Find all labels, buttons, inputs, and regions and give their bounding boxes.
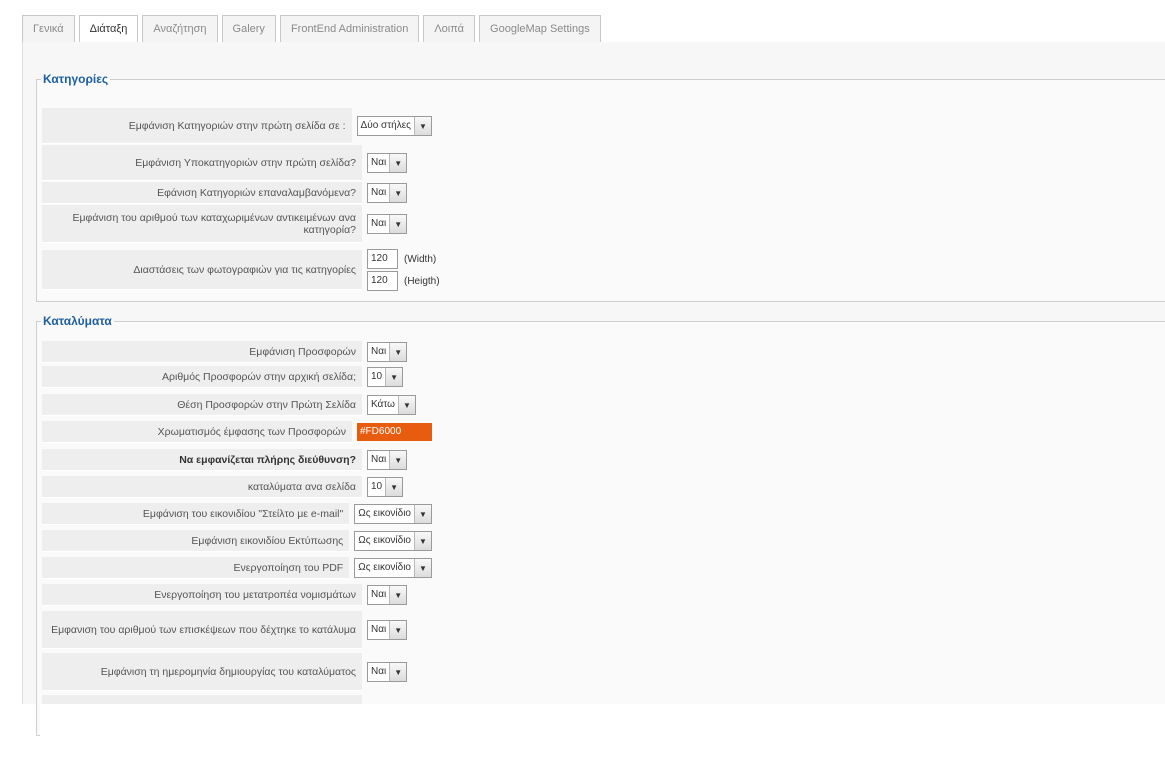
setting-row: Εμφάνιση του αριθμού των καταχωριμένων α… <box>42 205 432 243</box>
tab-bar: Γενικά Διάταξη Αναζήτηση Galery FrontEnd… <box>22 15 605 43</box>
select-value: Ναι <box>371 346 387 357</box>
tab-search[interactable]: Αναζήτηση <box>142 15 218 42</box>
offers-count-select[interactable]: 10 ▼ <box>367 367 404 387</box>
chevron-down-icon[interactable]: ▼ <box>389 586 407 604</box>
pdf-select[interactable]: Ως εικονίδιο ▼ <box>354 558 432 578</box>
setting-label: Ενεργοποίηση του μετατροπέα νομισμάτων <box>42 584 362 606</box>
setting-label: Θέση Προσφορών στην Πρώτη Σελίδα <box>42 394 362 416</box>
select-value: 10 <box>371 481 383 492</box>
setting-row: Χρωματισμός έμφασης των Προσφορών #FD600… <box>42 421 432 443</box>
chevron-down-icon[interactable]: ▼ <box>389 154 407 172</box>
chevron-down-icon[interactable]: ▼ <box>414 559 431 577</box>
setting-label: Χρωματισμός έμφασης των Προσφορών <box>42 421 352 443</box>
select-value: Ναι <box>371 218 387 229</box>
setting-label: Εμφάνιση Κατηγοριών στην πρώτη σελίδα σε… <box>42 108 352 144</box>
select-value: Κάτω <box>371 399 395 410</box>
categories-legend: Κατηγορίες <box>43 72 109 86</box>
full-address-select[interactable]: Ναι ▼ <box>367 450 408 470</box>
photo-width-input[interactable]: 120 <box>367 249 398 269</box>
setting-row: Να εμφανίζεται πλήρης διεύθυνση? Ναι ▼ <box>42 449 432 471</box>
tab-other[interactable]: Λοιπά <box>423 15 476 42</box>
tab-googlemap-settings[interactable]: GoogleMap Settings <box>479 15 601 42</box>
setting-label: Ενεργοποίηση του PDF <box>42 557 350 579</box>
subcategories-select[interactable]: Ναι ▼ <box>367 153 408 173</box>
setting-label: καταλύματα ανα σελίδα <box>42 476 362 498</box>
offers-position-select[interactable]: Κάτω ▼ <box>367 395 416 415</box>
white-area <box>40 704 1165 776</box>
setting-label: Να εμφανίζεται πλήρης διεύθυνση? <box>42 449 362 471</box>
select-value: Ναι <box>371 157 387 168</box>
chevron-down-icon[interactable]: ▼ <box>397 396 415 414</box>
chevron-down-icon[interactable]: ▼ <box>389 663 407 681</box>
setting-label: Εμφάνιση εικονιδίου Εκτύπωσης <box>42 530 350 552</box>
select-value: 10 <box>371 371 383 382</box>
select-value: Ως εικονίδιο <box>358 508 411 519</box>
select-value: Ναι <box>371 187 387 198</box>
select-value: Ναι <box>371 624 387 635</box>
chevron-down-icon[interactable]: ▼ <box>389 451 407 469</box>
currency-converter-select[interactable]: Ναι ▼ <box>367 585 408 605</box>
accommodations-legend: Καταλύματα <box>43 314 112 328</box>
email-icon-select[interactable]: Ως εικονίδιο ▼ <box>354 504 432 524</box>
setting-row: Εμφανιση του αριθμού των επισκέψεων που … <box>42 611 432 649</box>
show-offers-select[interactable]: Ναι ▼ <box>367 342 408 362</box>
chevron-down-icon[interactable]: ▼ <box>385 368 403 386</box>
select-value: Ως εικονίδιο <box>358 535 411 546</box>
select-value: Ως εικονίδιο <box>358 562 411 573</box>
setting-row: Εμφάνιση τη ημερομηνία δημιουργίας του κ… <box>42 653 432 691</box>
width-unit-label: (Width) <box>404 253 437 265</box>
chevron-down-icon[interactable]: ▼ <box>414 532 431 550</box>
setting-row: Ενεργοποίηση του μετατροπέα νομισμάτων Ν… <box>42 584 432 606</box>
setting-label: Εμφανιση του αριθμού των επισκέψεων που … <box>42 611 362 649</box>
setting-row: Εμφάνιση Κατηγοριών στην πρώτη σελίδα σε… <box>42 108 432 144</box>
select-value: Ναι <box>371 666 387 677</box>
offers-color-input[interactable]: #FD6000 <box>357 423 432 441</box>
setting-label: Εφάνιση Κατηγοριών επαναλαμβανόμενα? <box>42 182 362 204</box>
chevron-down-icon[interactable]: ▼ <box>414 505 431 523</box>
setting-row: Εμφάνιση του εικονιδίου "Στείλτο με e-ma… <box>42 503 432 525</box>
chevron-down-icon[interactable]: ▼ <box>389 621 407 639</box>
select-value: Δύο στήλες <box>360 120 411 131</box>
chevron-down-icon[interactable]: ▼ <box>385 478 403 496</box>
setting-row: Εμφάνιση Προσφορών Ναι ▼ <box>42 341 432 363</box>
setting-row: Αριθμός Προσφορών στην αρχική σελίδα; 10… <box>42 366 432 388</box>
creation-date-select[interactable]: Ναι ▼ <box>367 662 408 682</box>
setting-row: καταλύματα ανα σελίδα 10 ▼ <box>42 476 432 498</box>
chevron-down-icon[interactable]: ▼ <box>389 184 407 202</box>
setting-row: Ενεργοποίηση του PDF Ως εικονίδιο ▼ <box>42 557 432 579</box>
height-unit-label: (Heigth) <box>404 275 440 287</box>
setting-row: Εμφάνιση Υποκατηγοριών στην πρώτη σελίδα… <box>42 145 432 181</box>
repeat-categories-select[interactable]: Ναι ▼ <box>367 183 408 203</box>
setting-label: Διαστάσεις των φωτογραφιών για τις κατηγ… <box>42 250 362 290</box>
select-value: Ναι <box>371 589 387 600</box>
chevron-down-icon[interactable]: ▼ <box>414 117 431 135</box>
setting-label: Εμφάνιση Υποκατηγοριών στην πρώτη σελίδα… <box>42 145 362 181</box>
tab-layout[interactable]: Διάταξη <box>78 15 139 43</box>
setting-label: Εμφάνιση του εικονιδίου "Στείλτο με e-ma… <box>42 503 350 525</box>
chevron-down-icon[interactable]: ▼ <box>389 215 407 233</box>
setting-row-photo-size: Διαστάσεις των φωτογραφιών για τις κατηγ… <box>42 249 522 291</box>
setting-label: Αριθμός Προσφορών στην αρχική σελίδα; <box>42 366 362 388</box>
setting-row: Εμφάνιση εικονιδίου Εκτύπωσης Ως εικονίδ… <box>42 530 432 552</box>
tab-frontend-administration[interactable]: FrontEnd Administration <box>279 15 420 42</box>
photo-height-input[interactable]: 120 <box>367 271 398 291</box>
chevron-down-icon[interactable]: ▼ <box>389 343 407 361</box>
per-page-select[interactable]: 10 ▼ <box>367 477 404 497</box>
setting-row: Θέση Προσφορών στην Πρώτη Σελίδα Κάτω ▼ <box>42 394 432 416</box>
visits-count-select[interactable]: Ναι ▼ <box>367 620 408 640</box>
setting-row: Εφάνιση Κατηγοριών επαναλαμβανόμενα? Ναι… <box>42 182 432 204</box>
setting-label: Εμφάνιση του αριθμού των καταχωριμένων α… <box>42 205 362 243</box>
setting-label: Εμφάνιση τη ημερομηνία δημιουργίας του κ… <box>42 653 362 691</box>
setting-label: Εμφάνιση Προσφορών <box>42 341 362 363</box>
select-value: Ναι <box>371 454 387 465</box>
print-icon-select[interactable]: Ως εικονίδιο ▼ <box>354 531 432 551</box>
tab-general[interactable]: Γενικά <box>22 15 75 42</box>
items-count-select[interactable]: Ναι ▼ <box>367 214 408 234</box>
categories-columns-select[interactable]: Δύο στήλες ▼ <box>356 116 432 136</box>
tab-gallery[interactable]: Galery <box>221 15 276 42</box>
